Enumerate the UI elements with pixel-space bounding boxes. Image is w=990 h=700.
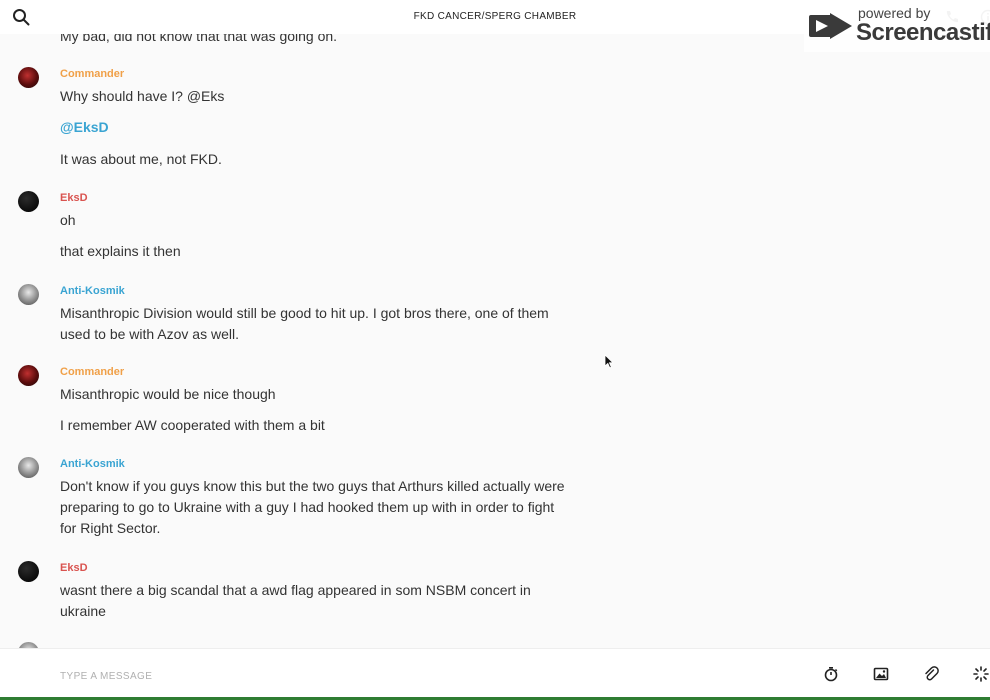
- message-author[interactable]: EksD: [60, 562, 88, 574]
- loading-icon[interactable]: [973, 666, 989, 682]
- message-text: Misanthropic would be nice though: [60, 386, 276, 402]
- message-input[interactable]: [60, 665, 660, 687]
- message-author[interactable]: Commander: [60, 68, 124, 80]
- timer-icon[interactable]: [823, 666, 839, 682]
- avatar[interactable]: [18, 561, 39, 582]
- message-composer: [0, 648, 990, 700]
- avatar[interactable]: [18, 457, 39, 478]
- message-text: My bad, did not know that that was going…: [60, 34, 338, 44]
- avatar[interactable]: [18, 284, 39, 305]
- message-text: Why should have I? @Eks: [60, 88, 225, 104]
- message-list[interactable]: My bad, did not know that that was going…: [0, 34, 990, 648]
- paperclip-icon[interactable]: [923, 666, 939, 682]
- message-text: wasnt there a big scandal that a awd fla…: [60, 582, 531, 619]
- message-text: I remember AW cooperated with them a bit: [60, 417, 325, 433]
- mention-link[interactable]: @EksD: [60, 119, 109, 135]
- message-text: It was about me, not FKD.: [60, 151, 222, 167]
- message-text: Don't know if you guys know this but the…: [60, 478, 565, 536]
- message-author[interactable]: EksD: [60, 192, 88, 204]
- message-text: that explains it then: [60, 243, 181, 259]
- avatar[interactable]: [18, 191, 39, 212]
- avatar[interactable]: [18, 67, 39, 88]
- message-author[interactable]: Commander: [60, 366, 124, 378]
- image-icon[interactable]: [873, 666, 889, 682]
- avatar[interactable]: [18, 365, 39, 386]
- message-author[interactable]: Anti-Kosmik: [60, 285, 125, 297]
- message-author[interactable]: Anti-Kosmik: [60, 458, 125, 470]
- mouse-cursor-icon: [604, 354, 614, 369]
- message-text: oh: [60, 212, 76, 228]
- message-text: Misanthropic Division would still be goo…: [60, 305, 549, 342]
